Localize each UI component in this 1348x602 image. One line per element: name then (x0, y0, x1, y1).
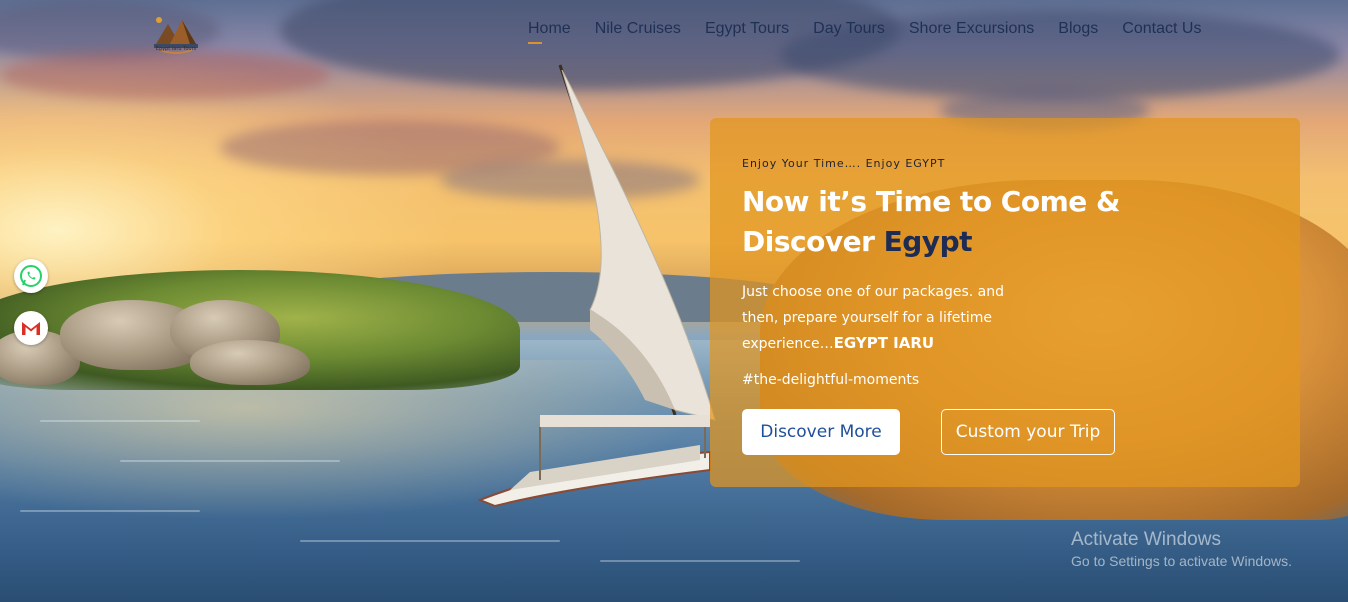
ripple (40, 420, 200, 422)
nav-shore-excursions[interactable]: Shore Excursions (909, 20, 1034, 38)
hero-hashtag: #the-delightful-moments (742, 372, 920, 388)
discover-more-button[interactable]: Discover More (742, 409, 900, 455)
hero-description: Just choose one of our packages. and the… (742, 280, 1042, 358)
nav-blogs[interactable]: Blogs (1058, 20, 1098, 38)
nav-day-tours[interactable]: Day Tours (813, 20, 885, 38)
rock (190, 340, 310, 385)
windows-watermark-title: Activate Windows (1071, 529, 1221, 550)
logo-text: Egypt Iaru Tours (155, 46, 197, 52)
cloud (0, 50, 330, 100)
headline-line-2: Discover (742, 225, 884, 258)
ripple (300, 540, 560, 542)
whatsapp-button[interactable] (14, 259, 48, 293)
nav-home[interactable]: Home (528, 20, 571, 44)
nav-contact-us[interactable]: Contact Us (1122, 20, 1201, 38)
headline-line-1: Now it’s Time to Come & (742, 185, 1120, 218)
gmail-button[interactable] (14, 311, 48, 345)
headline-accent: Egypt (883, 225, 973, 258)
nav-nile-cruises[interactable]: Nile Cruises (595, 20, 681, 38)
hero-headline: Now it’s Time to Come & Discover Egypt (742, 182, 1262, 262)
hero-tagline: Enjoy Your Time…. Enjoy EGYPT (742, 157, 946, 170)
main-nav: Home Nile Cruises Egypt Tours Day Tours … (528, 20, 1225, 44)
description-brand: EGYPT IARU (833, 334, 935, 352)
nav-egypt-tours[interactable]: Egypt Tours (705, 20, 789, 38)
windows-watermark-subtitle: Go to Settings to activate Windows. (1071, 553, 1292, 569)
whatsapp-icon (20, 265, 42, 287)
gmail-icon (22, 322, 40, 335)
ripple (600, 560, 800, 562)
ripple (120, 460, 340, 462)
ripple (20, 510, 200, 512)
custom-your-trip-button[interactable]: Custom your Trip (941, 409, 1115, 455)
